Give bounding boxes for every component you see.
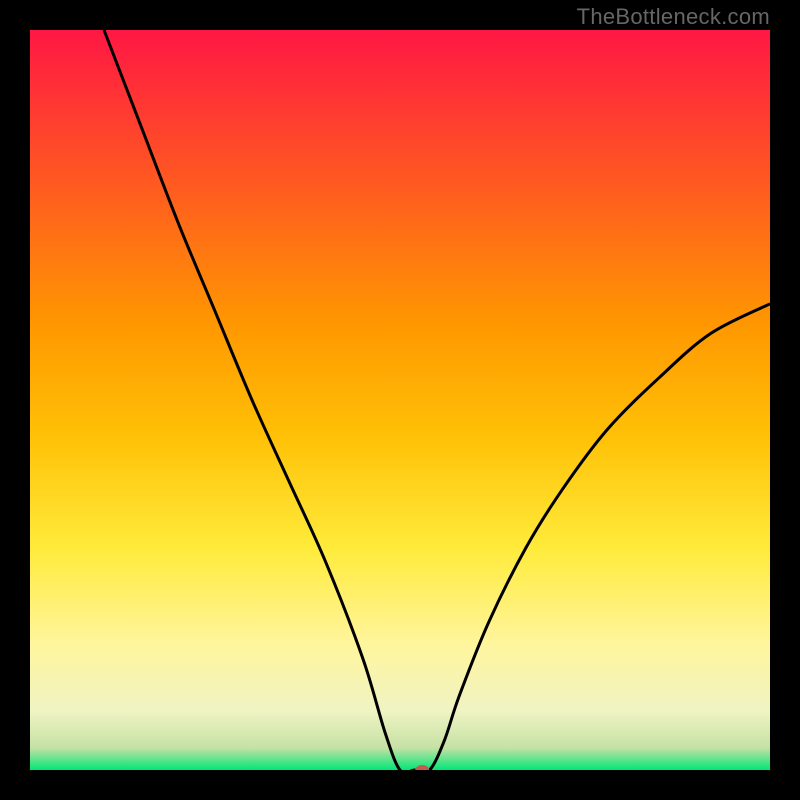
plot-area [30,30,770,770]
chart-frame: TheBottleneck.com [0,0,800,800]
watermark-text: TheBottleneck.com [577,4,770,30]
chart-svg [30,30,770,770]
gradient-background [30,30,770,770]
